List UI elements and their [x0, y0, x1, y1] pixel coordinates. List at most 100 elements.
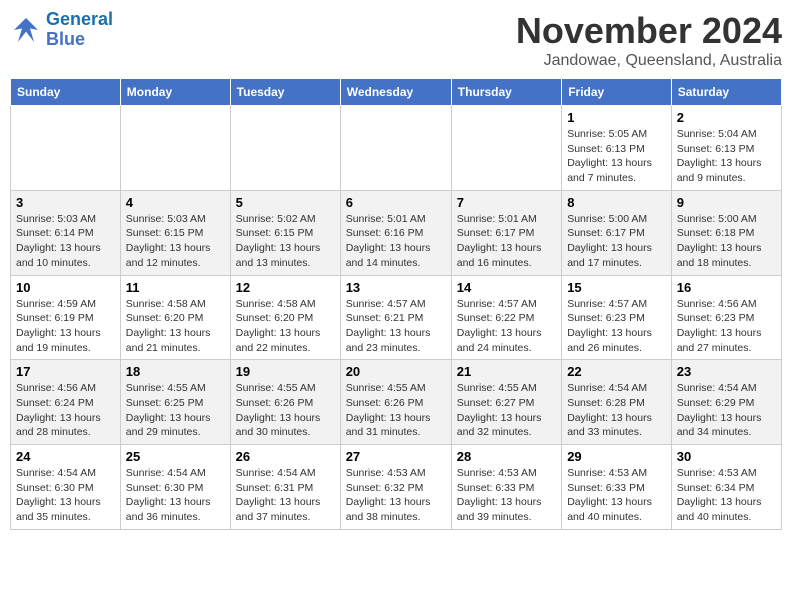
day-number: 25 — [126, 449, 225, 464]
weekday-header-row: SundayMondayTuesdayWednesdayThursdayFrid… — [11, 79, 782, 106]
day-number: 22 — [567, 364, 666, 379]
calendar-body: 1 Sunrise: 5:05 AM Sunset: 6:13 PM Daylig… — [11, 106, 782, 530]
weekday-header-cell: Saturday — [671, 79, 781, 106]
calendar-cell: 29 Sunrise: 4:53 AM Sunset: 6:33 PM Dayli… — [562, 445, 672, 530]
day-number: 20 — [346, 364, 446, 379]
calendar-cell: 24 Sunrise: 4:54 AM Sunset: 6:30 PM Dayli… — [11, 445, 121, 530]
day-info: Sunrise: 4:55 AM Sunset: 6:26 PM Dayligh… — [236, 381, 335, 440]
day-info: Sunrise: 4:54 AM Sunset: 6:28 PM Dayligh… — [567, 381, 666, 440]
logo: General Blue — [10, 10, 113, 50]
day-number: 7 — [457, 195, 556, 210]
day-number: 13 — [346, 280, 446, 295]
day-info: Sunrise: 4:53 AM Sunset: 6:33 PM Dayligh… — [457, 466, 556, 525]
day-number: 21 — [457, 364, 556, 379]
day-info: Sunrise: 5:03 AM Sunset: 6:15 PM Dayligh… — [126, 212, 225, 271]
calendar-cell: 10 Sunrise: 4:59 AM Sunset: 6:19 PM Dayli… — [11, 275, 121, 360]
day-number: 2 — [677, 110, 776, 125]
day-info: Sunrise: 4:59 AM Sunset: 6:19 PM Dayligh… — [16, 297, 115, 356]
title-block: November 2024 Jandowae, Queensland, Aust… — [516, 10, 782, 70]
weekday-header-cell: Sunday — [11, 79, 121, 106]
calendar-cell — [120, 106, 230, 191]
calendar-week-row: 1 Sunrise: 5:05 AM Sunset: 6:13 PM Daylig… — [11, 106, 782, 191]
day-number: 28 — [457, 449, 556, 464]
day-info: Sunrise: 5:01 AM Sunset: 6:17 PM Dayligh… — [457, 212, 556, 271]
calendar-table: SundayMondayTuesdayWednesdayThursdayFrid… — [10, 78, 782, 530]
calendar-week-row: 17 Sunrise: 4:56 AM Sunset: 6:24 PM Dayli… — [11, 360, 782, 445]
day-number: 24 — [16, 449, 115, 464]
logo-icon — [10, 14, 42, 46]
day-info: Sunrise: 5:05 AM Sunset: 6:13 PM Dayligh… — [567, 127, 666, 186]
day-number: 18 — [126, 364, 225, 379]
weekday-header-cell: Friday — [562, 79, 672, 106]
calendar-cell: 30Sunrise: 4:53 AM Sunset: 6:34 PM Dayli… — [671, 445, 781, 530]
day-number: 8 — [567, 195, 666, 210]
day-info: Sunrise: 4:57 AM Sunset: 6:22 PM Dayligh… — [457, 297, 556, 356]
location-title: Jandowae, Queensland, Australia — [516, 52, 782, 70]
logo-line2: Blue — [46, 29, 85, 49]
calendar-cell: 19 Sunrise: 4:55 AM Sunset: 6:26 PM Dayli… — [230, 360, 340, 445]
calendar-week-row: 10 Sunrise: 4:59 AM Sunset: 6:19 PM Dayli… — [11, 275, 782, 360]
day-info: Sunrise: 5:02 AM Sunset: 6:15 PM Dayligh… — [236, 212, 335, 271]
day-number: 17 — [16, 364, 115, 379]
calendar-cell — [451, 106, 561, 191]
day-number: 1 — [567, 110, 666, 125]
calendar-cell — [11, 106, 121, 191]
calendar-cell: 23 Sunrise: 4:54 AM Sunset: 6:29 PM Dayli… — [671, 360, 781, 445]
calendar-cell: 14 Sunrise: 4:57 AM Sunset: 6:22 PM Dayli… — [451, 275, 561, 360]
weekday-header-cell: Wednesday — [340, 79, 451, 106]
day-info: Sunrise: 4:58 AM Sunset: 6:20 PM Dayligh… — [126, 297, 225, 356]
day-info: Sunrise: 5:00 AM Sunset: 6:17 PM Dayligh… — [567, 212, 666, 271]
calendar-cell: 18 Sunrise: 4:55 AM Sunset: 6:25 PM Dayli… — [120, 360, 230, 445]
calendar-cell: 3 Sunrise: 5:03 AM Sunset: 6:14 PM Daylig… — [11, 190, 121, 275]
calendar-cell: 20 Sunrise: 4:55 AM Sunset: 6:26 PM Dayli… — [340, 360, 451, 445]
day-number: 16 — [677, 280, 776, 295]
calendar-cell: 4Sunrise: 5:03 AM Sunset: 6:15 PM Daylig… — [120, 190, 230, 275]
day-number: 6 — [346, 195, 446, 210]
calendar-week-row: 24 Sunrise: 4:54 AM Sunset: 6:30 PM Dayli… — [11, 445, 782, 530]
page-header: General Blue November 2024 Jandowae, Que… — [10, 10, 782, 70]
day-info: Sunrise: 4:57 AM Sunset: 6:21 PM Dayligh… — [346, 297, 446, 356]
day-info: Sunrise: 4:53 AM Sunset: 6:34 PM Dayligh… — [677, 466, 776, 525]
calendar-cell: 21 Sunrise: 4:55 AM Sunset: 6:27 PM Dayli… — [451, 360, 561, 445]
calendar-cell — [230, 106, 340, 191]
calendar-cell: 28 Sunrise: 4:53 AM Sunset: 6:33 PM Dayli… — [451, 445, 561, 530]
calendar-cell: 27Sunrise: 4:53 AM Sunset: 6:32 PM Dayli… — [340, 445, 451, 530]
day-number: 23 — [677, 364, 776, 379]
weekday-header-cell: Tuesday — [230, 79, 340, 106]
calendar-cell: 16Sunrise: 4:56 AM Sunset: 6:23 PM Dayli… — [671, 275, 781, 360]
calendar-cell: 7 Sunrise: 5:01 AM Sunset: 6:17 PM Daylig… — [451, 190, 561, 275]
weekday-header-cell: Monday — [120, 79, 230, 106]
calendar-cell: 12 Sunrise: 4:58 AM Sunset: 6:20 PM Dayli… — [230, 275, 340, 360]
day-number: 29 — [567, 449, 666, 464]
day-info: Sunrise: 5:04 AM Sunset: 6:13 PM Dayligh… — [677, 127, 776, 186]
day-info: Sunrise: 4:55 AM Sunset: 6:25 PM Dayligh… — [126, 381, 225, 440]
day-info: Sunrise: 4:53 AM Sunset: 6:32 PM Dayligh… — [346, 466, 446, 525]
day-number: 9 — [677, 195, 776, 210]
day-number: 26 — [236, 449, 335, 464]
day-info: Sunrise: 4:56 AM Sunset: 6:24 PM Dayligh… — [16, 381, 115, 440]
day-number: 5 — [236, 195, 335, 210]
day-info: Sunrise: 4:54 AM Sunset: 6:31 PM Dayligh… — [236, 466, 335, 525]
day-number: 10 — [16, 280, 115, 295]
day-number: 3 — [16, 195, 115, 210]
calendar-cell: 1 Sunrise: 5:05 AM Sunset: 6:13 PM Daylig… — [562, 106, 672, 191]
calendar-cell: 5 Sunrise: 5:02 AM Sunset: 6:15 PM Daylig… — [230, 190, 340, 275]
month-title: November 2024 — [516, 10, 782, 52]
day-info: Sunrise: 4:54 AM Sunset: 6:29 PM Dayligh… — [677, 381, 776, 440]
day-info: Sunrise: 4:58 AM Sunset: 6:20 PM Dayligh… — [236, 297, 335, 356]
calendar-cell — [340, 106, 451, 191]
calendar-cell: 22 Sunrise: 4:54 AM Sunset: 6:28 PM Dayli… — [562, 360, 672, 445]
calendar-cell: 15Sunrise: 4:57 AM Sunset: 6:23 PM Dayli… — [562, 275, 672, 360]
logo-line1: General — [46, 9, 113, 29]
day-info: Sunrise: 4:53 AM Sunset: 6:33 PM Dayligh… — [567, 466, 666, 525]
day-info: Sunrise: 5:00 AM Sunset: 6:18 PM Dayligh… — [677, 212, 776, 271]
day-info: Sunrise: 5:01 AM Sunset: 6:16 PM Dayligh… — [346, 212, 446, 271]
day-number: 14 — [457, 280, 556, 295]
day-info: Sunrise: 4:55 AM Sunset: 6:27 PM Dayligh… — [457, 381, 556, 440]
calendar-cell: 11Sunrise: 4:58 AM Sunset: 6:20 PM Dayli… — [120, 275, 230, 360]
day-number: 12 — [236, 280, 335, 295]
day-info: Sunrise: 4:55 AM Sunset: 6:26 PM Dayligh… — [346, 381, 446, 440]
day-info: Sunrise: 4:54 AM Sunset: 6:30 PM Dayligh… — [16, 466, 115, 525]
day-info: Sunrise: 5:03 AM Sunset: 6:14 PM Dayligh… — [16, 212, 115, 271]
day-number: 19 — [236, 364, 335, 379]
